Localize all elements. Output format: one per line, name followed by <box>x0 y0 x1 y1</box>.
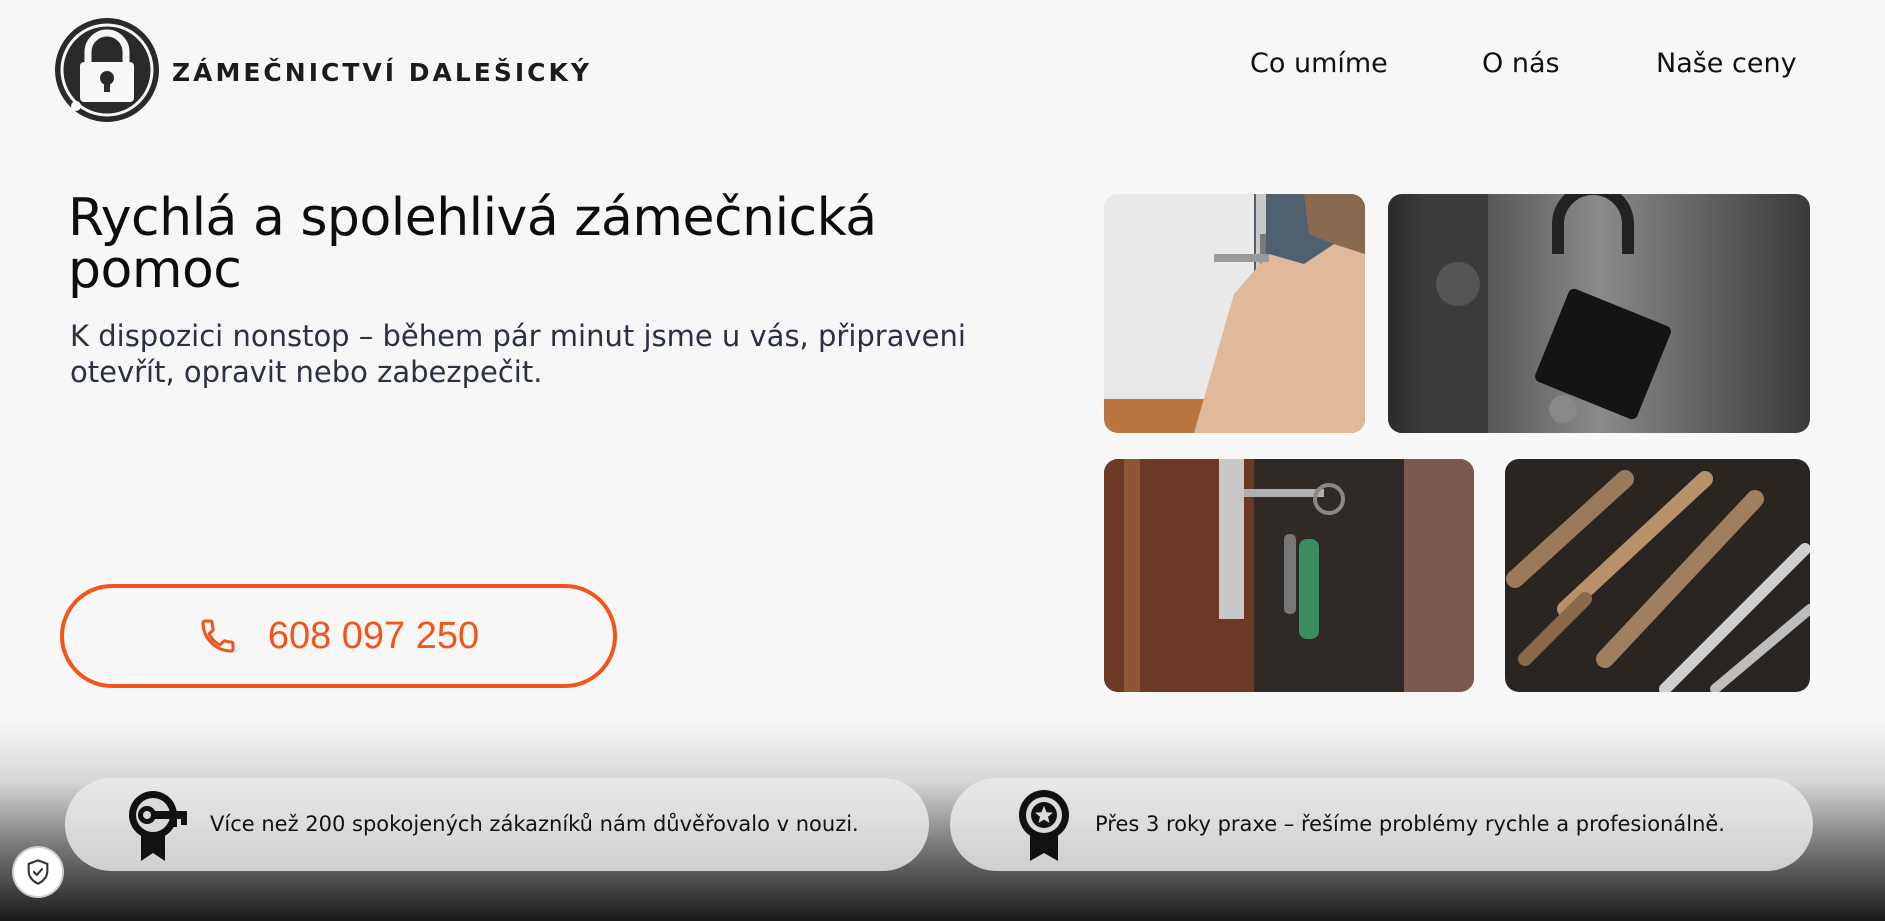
brand-logo[interactable] <box>52 16 162 124</box>
padlock-gear-logo-icon <box>55 18 159 122</box>
cookie-settings-button[interactable] <box>14 848 62 896</box>
call-phone-button[interactable]: 608 097 250 <box>60 584 617 688</box>
hero-title: Rychlá a spolehlivá zámečnická pomoc <box>68 188 877 300</box>
key-badge-icon <box>129 791 187 861</box>
shield-check-icon <box>27 859 49 885</box>
phone-icon <box>201 619 235 653</box>
door-lock-repair-photo <box>1104 194 1365 433</box>
open-padlock-photo <box>1388 194 1810 433</box>
feature-experience: Přes 3 roky praxe – řešíme problémy rych… <box>950 778 1813 871</box>
feature-text-customers: Více než 200 spokojených zákazníků nám d… <box>210 812 859 836</box>
tools-wrenches-photo <box>1505 459 1810 692</box>
brand-name[interactable]: ZÁMEČNICTVÍ DALEŠICKÝ <box>172 58 592 87</box>
hero-subtitle: K dispozici nonstop – během pár minut js… <box>70 319 966 389</box>
nav-link-o-nas[interactable]: O nás <box>1482 48 1560 79</box>
nav-link-nase-ceny[interactable]: Naše ceny <box>1656 48 1797 79</box>
phone-number: 608 097 250 <box>267 614 480 657</box>
feature-text-experience: Přes 3 roky praxe – řešíme problémy rych… <box>1095 812 1725 836</box>
star-badge-icon <box>1019 790 1069 861</box>
key-in-door-photo <box>1104 459 1474 692</box>
feature-customers: Více než 200 spokojených zákazníků nám d… <box>65 778 929 871</box>
nav-link-co-umime[interactable]: Co umíme <box>1250 48 1388 79</box>
